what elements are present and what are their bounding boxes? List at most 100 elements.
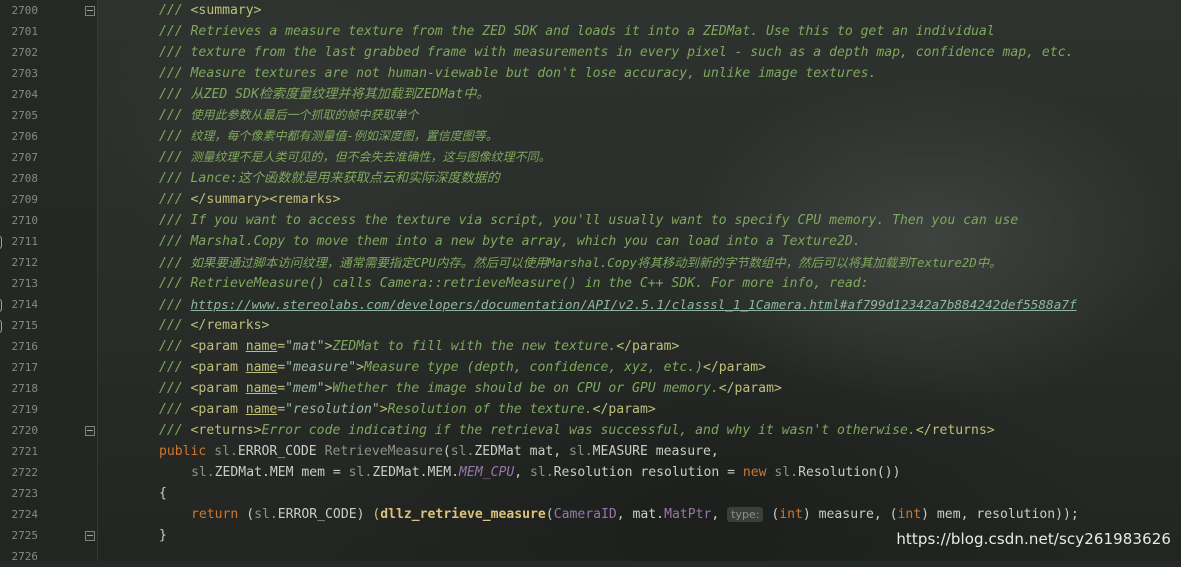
code-line: 2718 /// <param name="mem">Whether the i… (0, 378, 1181, 399)
doc-comment[interactable]: /// <param name="mat">ZEDMat to fill wit… (159, 336, 679, 357)
param-close-tag: </param> (703, 360, 767, 375)
comment-text: If you want to access the texture via sc… (190, 213, 1019, 228)
remarks-open-tag: <remarks> (269, 192, 341, 207)
doc-comment[interactable]: /// <param name="resolution">Resolution … (159, 399, 656, 420)
gutter-marker-icon (0, 299, 2, 312)
line-number: 2710 (11, 214, 39, 227)
line-number: 2717 (11, 361, 39, 374)
doc-comment[interactable]: /// 纹理，每个像素中都有测量值-例如深度图，置信度图等。 (159, 126, 498, 147)
code-line: 2709 /// </summary><remarks> (0, 189, 1181, 210)
line-number: 2712 (11, 256, 39, 269)
doc-comment[interactable]: /// <returns>Error code indicating if th… (159, 420, 995, 441)
fold-toggle-icon[interactable] (85, 426, 95, 436)
doc-comment[interactable]: /// </remarks> (159, 315, 269, 336)
fold-toggle-icon[interactable] (85, 6, 95, 16)
returns-description: Error code indicating if the retrieval w… (261, 423, 916, 438)
comment-text: Lance:这个函数就是用来获取点云和实际深度数据的 (190, 171, 500, 186)
line-number: 2704 (11, 88, 39, 101)
returns-close-tag: </returns> (915, 423, 995, 438)
code-editor[interactable]: 2700 /// <summary> 2701 /// Retrieves a … (0, 0, 1181, 563)
code-line: 2707 /// 测量纹理不是人类可见的，但不会失去准确性，这与图像纹理不同。 (0, 147, 1181, 168)
line-number: 2721 (11, 445, 39, 458)
method-signature-cont[interactable]: sl.ZEDMat.MEM mem = sl.ZEDMat.MEM.MEM_CP… (191, 462, 901, 483)
keyword-int: int (897, 507, 922, 522)
keyword-new: new (742, 465, 767, 480)
doc-comment[interactable]: /// <summary> (159, 0, 262, 21)
code-line: 2714 /// https://www.stereolabs.com/deve… (0, 294, 1181, 315)
returns-open-tag: <returns> (190, 423, 262, 438)
code-line: 2710 /// If you want to access the textu… (0, 210, 1181, 231)
method-signature[interactable]: public sl.ERROR_CODE RetrieveMeasure(sl.… (159, 441, 719, 462)
return-statement[interactable]: return (sl.ERROR_CODE) (dllz_retrieve_me… (191, 504, 1079, 525)
parameter-hint-badge: type: (727, 507, 764, 522)
line-number: 2703 (11, 67, 39, 80)
doc-comment[interactable]: /// <param name="measure">Measure type (… (159, 357, 766, 378)
param-name-value: "mat" (285, 339, 325, 354)
open-brace[interactable]: { (159, 483, 167, 504)
line-number: 2720 (11, 424, 39, 437)
code-line: 2717 /// <param name="measure">Measure t… (0, 357, 1181, 378)
line-number: 2723 (11, 487, 39, 500)
param-description: Whether the image should be on CPU or GP… (332, 381, 719, 396)
line-number: 2706 (11, 130, 39, 143)
line-number: 2719 (11, 403, 39, 416)
doc-comment[interactable]: /// Measure textures are not human-viewa… (159, 63, 876, 84)
line-number: 2713 (11, 277, 39, 290)
comment-text: Measure textures are not human-viewable … (190, 66, 877, 81)
fold-toggle-icon[interactable] (85, 531, 95, 541)
param-name-attr: name (245, 360, 278, 375)
param-name-value: "measure" (285, 360, 357, 375)
keyword-public: public (159, 444, 207, 459)
comment-text: 纹理，每个像素中都有测量值-例如深度图，置信度图等。 (190, 129, 498, 143)
doc-comment[interactable]: /// 从ZED SDK检索度量纹理并将其加载到ZEDMat中。 (159, 84, 489, 105)
watermark-text: https://blog.csdn.net/scy261983626 (896, 530, 1171, 548)
doc-comment[interactable]: /// 测量纹理不是人类可见的，但不会失去准确性，这与图像纹理不同。 (159, 147, 551, 168)
param-open-tag: <param (190, 360, 246, 375)
comment-slashes: /// (159, 45, 191, 60)
comment-slashes: /// (159, 276, 191, 291)
comment-slashes: /// (159, 381, 191, 396)
comment-slashes: /// (159, 213, 191, 228)
code-line: 2715 /// </remarks> (0, 315, 1181, 336)
doc-comment[interactable]: /// Lance:这个函数就是用来获取点云和实际深度数据的 (159, 168, 500, 189)
line-number: 2715 (11, 319, 39, 332)
param-resolution: Resolution resolution = (553, 465, 743, 480)
code-line: 2726 (0, 546, 1181, 567)
comment-slashes: /// (159, 87, 191, 102)
comment-slashes: /// (159, 256, 191, 271)
param-name-attr: name (245, 339, 278, 354)
param-name-value: "mem" (285, 381, 325, 396)
comment-text: Retrieves a measure texture from the ZED… (190, 24, 995, 39)
line-number: 2702 (11, 46, 39, 59)
docs-url-link[interactable]: https://www.stereolabs.com/developers/do… (191, 297, 1077, 312)
comment-slashes: /// (159, 3, 191, 18)
remarks-close-tag: </remarks> (190, 318, 270, 333)
doc-comment[interactable]: /// https://www.stereolabs.com/developer… (159, 294, 1077, 315)
doc-comment[interactable]: /// If you want to access the texture vi… (159, 210, 1018, 231)
code-line: 2703 /// Measure textures are not human-… (0, 63, 1181, 84)
doc-comment[interactable]: /// Marshal.Copy to move them into a new… (159, 231, 861, 252)
doc-comment[interactable]: /// 如果要通过脚本访问纹理，通常需要指定CPU内存。然后可以使用Marsha… (159, 252, 1002, 273)
code-line: 2711 /// Marshal.Copy to move them into … (0, 231, 1181, 252)
doc-comment[interactable]: /// texture from the last grabbed frame … (159, 42, 1073, 63)
param-name-value: "resolution" (285, 402, 380, 417)
doc-comment[interactable]: /// <param name="mem">Whether the image … (159, 378, 782, 399)
param-open-tag: <param (190, 381, 246, 396)
doc-comment[interactable]: /// RetrieveMeasure() calls Camera::retr… (159, 273, 869, 294)
param-close-tag: </param> (718, 381, 782, 396)
close-brace[interactable]: } (159, 525, 167, 546)
code-line: 2722 sl.ZEDMat.MEM mem = sl.ZEDMat.MEM.M… (0, 462, 1181, 483)
doc-comment[interactable]: /// 使用此参数从最后一个抓取的帧中获取单个 (159, 105, 419, 126)
param-description: Measure type (depth, confidence, xyz, et… (364, 360, 703, 375)
doc-comment[interactable]: /// </summary><remarks> (159, 189, 340, 210)
code-line: 2705 /// 使用此参数从最后一个抓取的帧中获取单个 (0, 105, 1181, 126)
doc-comment[interactable]: /// Retrieves a measure texture from the… (159, 21, 995, 42)
comment-slashes: /// (159, 24, 191, 39)
return-type: ERROR_CODE (237, 444, 317, 459)
line-number: 2714 (11, 298, 39, 311)
code-line: 2721 public sl.ERROR_CODE RetrieveMeasur… (0, 441, 1181, 462)
namespace-prefix: sl. (214, 444, 238, 459)
code-line: 2719 /// <param name="resolution">Resolu… (0, 399, 1181, 420)
code-line: 2704 /// 从ZED SDK检索度量纹理并将其加载到ZEDMat中。 (0, 84, 1181, 105)
comment-slashes: /// (159, 129, 191, 144)
